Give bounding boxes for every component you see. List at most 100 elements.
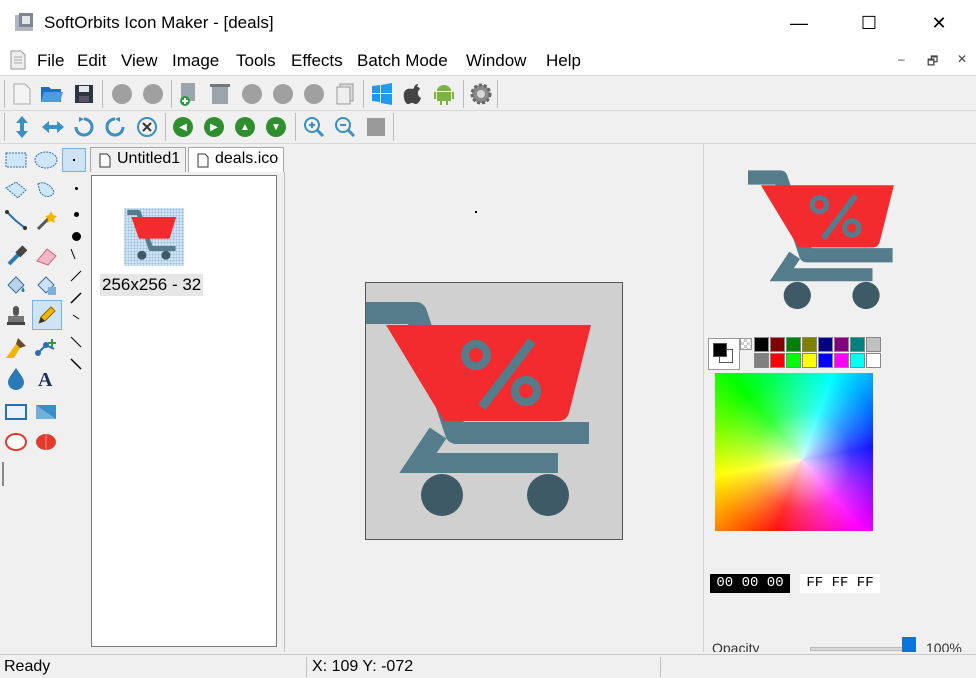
windows-icon[interactable] [370, 82, 394, 106]
open-folder-icon[interactable] [40, 82, 64, 106]
text-tool-icon[interactable]: A [32, 364, 60, 392]
menu-view[interactable]: View [121, 51, 158, 71]
icon-canvas[interactable] [365, 282, 623, 540]
document-icon[interactable] [10, 50, 26, 70]
palette-swatch[interactable] [866, 353, 881, 368]
clone-stamp-icon[interactable] [2, 302, 30, 330]
settings-gear-icon[interactable] [469, 82, 493, 106]
zoom-in-icon[interactable] [302, 115, 326, 139]
palette-swatch[interactable] [770, 337, 785, 352]
rectangle-outline-icon[interactable] [2, 398, 30, 426]
menu-effects[interactable]: Effects [291, 51, 343, 71]
disabled-circle-icon[interactable] [240, 82, 264, 106]
disabled-circle-icon[interactable] [302, 82, 326, 106]
palette-swatch[interactable] [866, 337, 881, 352]
apple-icon[interactable] [401, 82, 425, 106]
nav-up-icon[interactable]: ▲ [233, 115, 257, 139]
disabled-circle-icon[interactable] [271, 82, 295, 106]
toolbar-separator [295, 113, 296, 141]
rotate-left-icon[interactable] [72, 115, 96, 139]
brush-size-2-icon[interactable] [62, 174, 90, 202]
rect-select-icon[interactable] [2, 146, 30, 174]
image-strip-icon[interactable] [208, 82, 232, 106]
android-icon[interactable] [432, 82, 456, 106]
gradient-fill-icon[interactable] [32, 272, 60, 300]
mdi-close-button[interactable]: ✕ [957, 52, 967, 66]
menu-image[interactable]: Image [172, 51, 219, 71]
palette-swatch[interactable] [818, 337, 833, 352]
ellipse-filled-icon[interactable] [32, 428, 60, 456]
disabled-circle-icon[interactable] [141, 82, 165, 106]
palette-swatch[interactable] [818, 353, 833, 368]
toolbar-separator [363, 80, 364, 108]
menu-batch-mode[interactable]: Batch Mode [357, 51, 448, 71]
fg-bg-color-swatch[interactable] [708, 338, 740, 370]
palette-swatch[interactable] [802, 353, 817, 368]
minimize-button[interactable]: — [776, 0, 822, 46]
mdi-restore-button[interactable]: 🗗 [927, 52, 938, 73]
eyedropper-icon[interactable] [2, 242, 30, 270]
tab-deals-ico[interactable]: deals.ico [188, 147, 284, 172]
palette-swatch[interactable] [770, 353, 785, 368]
mdi-minimize-button[interactable]: – [898, 52, 905, 66]
palette-swatch[interactable] [786, 337, 801, 352]
palette-swatch[interactable] [834, 353, 849, 368]
resize-vertical-icon[interactable] [10, 115, 34, 139]
node-edit-icon[interactable] [32, 334, 60, 362]
rotate-right-icon[interactable] [103, 115, 127, 139]
add-image-icon[interactable] [177, 82, 201, 106]
disabled-circle-icon[interactable] [110, 82, 134, 106]
nav-down-icon[interactable]: ▼ [264, 115, 288, 139]
clear-icon[interactable] [135, 115, 159, 139]
opacity-slider-track[interactable] [810, 647, 910, 651]
thumbnail-label: 256x256 - 32 [100, 274, 204, 296]
background-hex-value[interactable]: FF FF FF [800, 574, 880, 593]
transparent-color-swatch[interactable] [740, 338, 752, 350]
fit-icon[interactable] [364, 115, 388, 139]
canvas-area[interactable] [284, 172, 702, 652]
foreground-hex-value[interactable]: 00 00 00 [710, 574, 790, 593]
resize-horizontal-icon[interactable] [41, 115, 65, 139]
palette-swatch[interactable] [850, 337, 865, 352]
palette-swatch[interactable] [850, 353, 865, 368]
paint-brush-icon[interactable] [2, 334, 30, 362]
maximize-button[interactable]: ☐ [846, 0, 892, 46]
eraser-icon[interactable] [32, 242, 60, 270]
palette-swatch[interactable] [802, 337, 817, 352]
menu-tools[interactable]: Tools [236, 51, 276, 71]
palette-swatch[interactable] [786, 353, 801, 368]
nav-right-icon[interactable]: ▶ [202, 115, 226, 139]
menu-file[interactable]: File [37, 51, 64, 71]
save-icon[interactable] [72, 82, 96, 106]
crop-path-icon[interactable] [2, 206, 30, 234]
tab-label: Untitled1 [117, 150, 181, 167]
freeform-select-icon[interactable] [32, 176, 60, 204]
menu-help[interactable]: Help [546, 51, 581, 71]
palette-swatch[interactable] [754, 337, 769, 352]
pages-icon[interactable] [333, 82, 357, 106]
line-width-6-icon[interactable] [62, 350, 90, 378]
brush-size-1-icon[interactable] [62, 148, 86, 172]
palette-swatch[interactable] [754, 353, 769, 368]
close-button[interactable]: ✕ [916, 0, 962, 46]
palette-swatch[interactable] [834, 337, 849, 352]
thumbnail-256[interactable] [124, 208, 184, 266]
lasso-select-icon[interactable] [2, 176, 30, 204]
pencil-icon[interactable] [32, 300, 62, 330]
zoom-out-icon[interactable] [333, 115, 357, 139]
toolbox-resize-grip[interactable] [2, 462, 4, 486]
rectangle-filled-icon[interactable] [32, 398, 60, 426]
magic-wand-icon[interactable] [32, 206, 60, 234]
new-file-icon[interactable] [10, 82, 34, 106]
ellipse-outline-icon[interactable] [2, 428, 30, 456]
title-bar: SoftOrbits Icon Maker - [deals] — ☐ ✕ [0, 0, 976, 46]
menu-edit[interactable]: Edit [77, 51, 106, 71]
menu-window[interactable]: Window [466, 51, 526, 71]
color-spectrum-picker[interactable] [715, 373, 873, 531]
nav-left-icon[interactable]: ◀ [171, 115, 195, 139]
tab-untitled1[interactable]: Untitled1 [90, 147, 186, 172]
fill-bucket-icon[interactable] [2, 272, 30, 300]
blur-drop-icon[interactable] [2, 364, 30, 392]
ellipse-select-icon[interactable] [32, 146, 60, 174]
opacity-slider-thumb[interactable] [902, 637, 916, 652]
